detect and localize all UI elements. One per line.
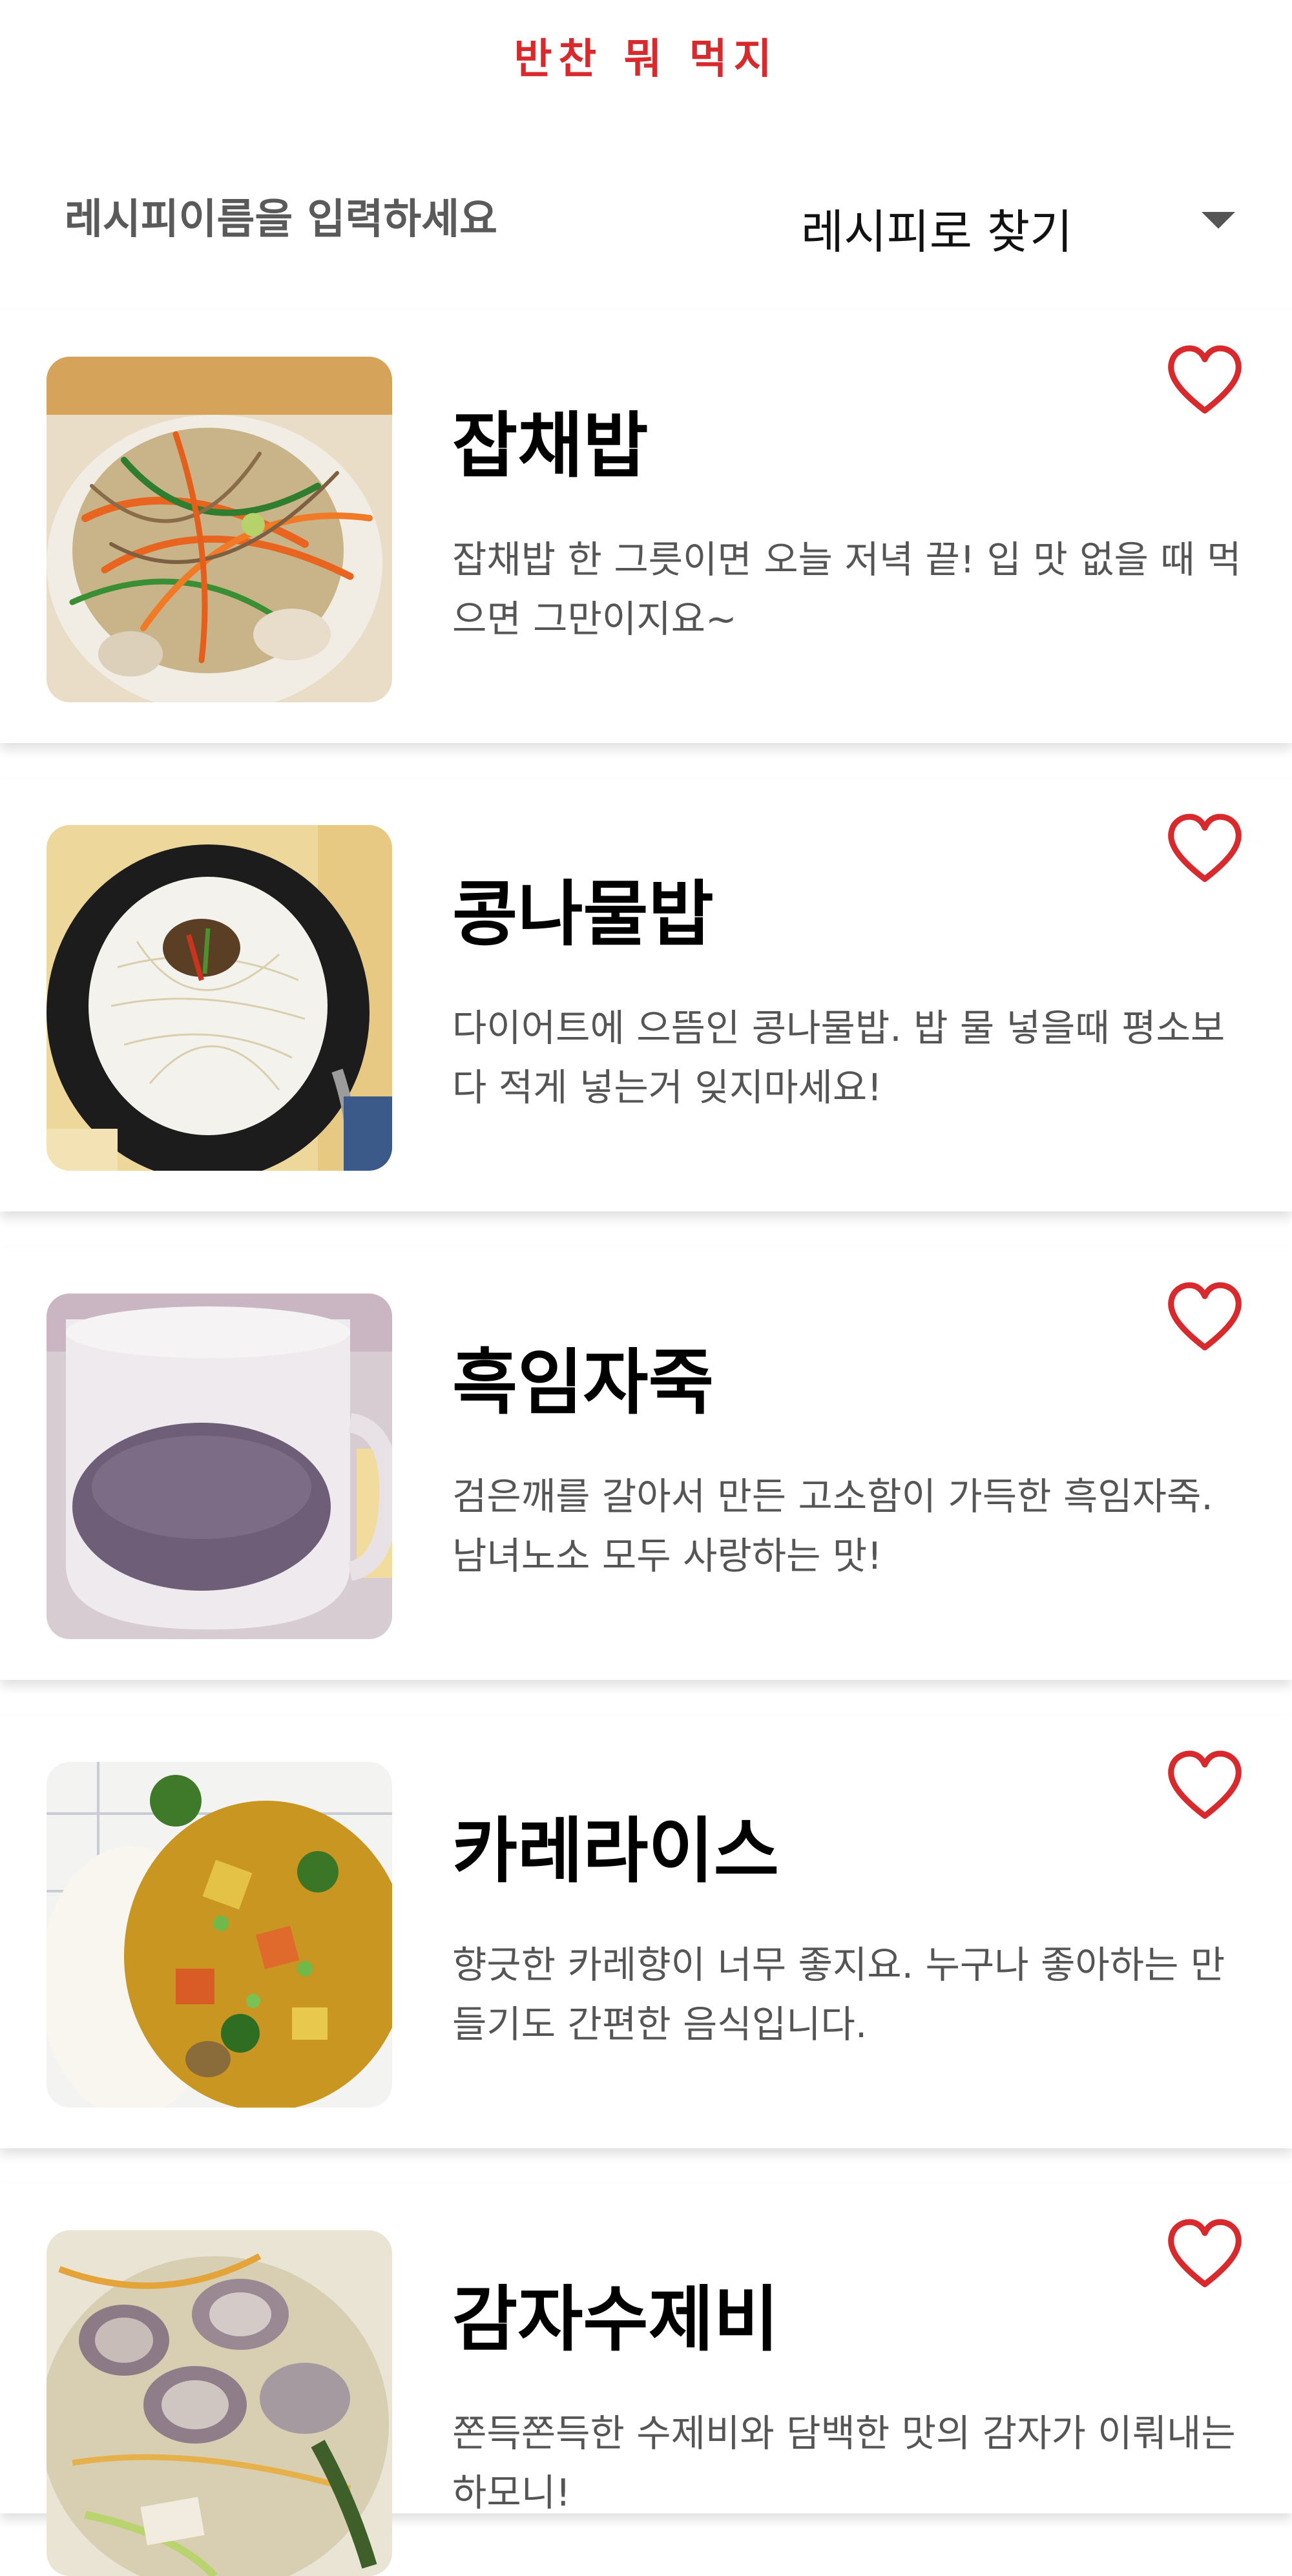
recipe-description: 다이어트에 으뜸인 콩나물밥. 밥 물 넣을때 평소보다 적게 넣는거 잊지마세… [452, 1006, 1225, 1109]
recipe-title: 흑임자죽 [452, 1341, 714, 1424]
recipe-card[interactable]: 카레라이스 향긋한 카레향이 너무 좋지요. 누구나 좋아하는 만들기도 간편한… [0, 1715, 1292, 2148]
favorite-button[interactable] [1163, 1744, 1247, 1828]
recipe-image-curry-rice [47, 1762, 392, 2108]
recipe-card[interactable]: 잡채밥 잡채밥 한 그릇이면 오늘 저녁 끝! 입 맛 없을 때 먹으면 그만이… [0, 310, 1292, 743]
recipe-card[interactable]: 흑임자죽 검은깨를 갈아서 만든 고소함이 가득한 흑임자죽. 남녀노소 모두 … [0, 1247, 1292, 1680]
recipe-image-gamja-sujebi [47, 2230, 392, 2576]
search-mode-label: 레시피로 찾기 [801, 205, 1073, 259]
heart-icon [1168, 345, 1242, 414]
favorite-button[interactable] [1163, 339, 1247, 423]
heart-icon [1168, 813, 1242, 883]
recipe-title: 콩나물밥 [452, 873, 714, 956]
recipe-image-japchae [47, 357, 392, 702]
recipe-description: 잡채밥 한 그릇이면 오늘 저녁 끝! 입 맛 없을 때 먹으면 그만이지요~ [452, 538, 1242, 641]
favorite-button[interactable] [1163, 2213, 1247, 2297]
heart-icon [1168, 1750, 1242, 1819]
search-bar: 레시피로 찾기 [0, 174, 1292, 271]
recipe-image-kongnamulbap [47, 825, 392, 1171]
heart-icon [1168, 2219, 1242, 2288]
recipe-title: 잡채밥 [452, 404, 649, 487]
favorite-button[interactable] [1163, 808, 1247, 892]
recipe-description: 쫀득쫀득한 수제비와 담백한 맛의 감자가 이뤄내는 하모니! [452, 2411, 1236, 2515]
chevron-down-icon [1202, 212, 1235, 229]
favorite-button[interactable] [1163, 1276, 1247, 1360]
heart-icon [1168, 1282, 1242, 1351]
search-input[interactable] [65, 187, 711, 252]
search-mode-select[interactable]: 레시피로 찾기 [795, 187, 1247, 259]
recipe-title: 감자수제비 [452, 2278, 779, 2361]
recipe-card[interactable]: 콩나물밥 다이어트에 으뜸인 콩나물밥. 밥 물 넣을때 평소보다 적게 넣는거… [0, 779, 1292, 1211]
app-title: 반찬 뭐 먹지 [514, 35, 778, 83]
recipe-description: 검은깨를 갈아서 만든 고소함이 가득한 흑임자죽. 남녀노소 모두 사랑하는 … [452, 1474, 1213, 1578]
recipe-title: 카레라이스 [452, 1810, 779, 1892]
recipe-description: 향긋한 카레향이 너무 좋지요. 누구나 좋아하는 만들기도 간편한 음식입니다… [452, 1943, 1225, 2046]
recipe-image-heugimjajuk [47, 1293, 392, 1639]
recipe-card[interactable]: 감자수제비 쫀득쫀득한 수제비와 담백한 맛의 감자가 이뤄내는 하모니! [0, 2184, 1292, 2576]
recipe-list: 잡채밥 잡채밥 한 그릇이면 오늘 저녁 끝! 입 맛 없을 때 먹으면 그만이… [0, 310, 1292, 2576]
